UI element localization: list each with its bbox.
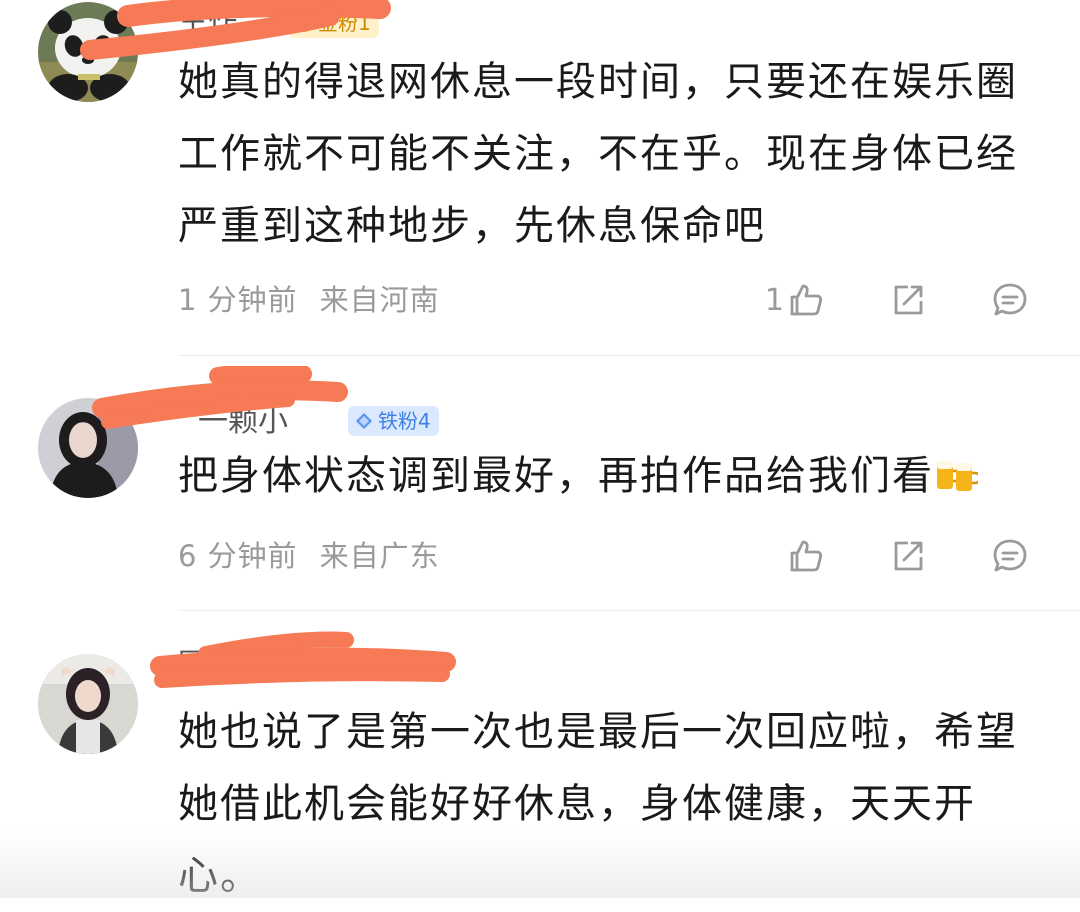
- panda-avatar-image: [38, 2, 138, 102]
- username[interactable]: 一颗小: [198, 402, 288, 442]
- comment-text: 把身体状态调到最好，再拍作品给我们看: [178, 440, 1038, 512]
- girl-avatar-image: [38, 398, 138, 498]
- user-avatar[interactable]: [38, 654, 138, 754]
- comment-time: 1 分钟前: [178, 283, 298, 317]
- share-icon: [894, 285, 923, 315]
- user-avatar[interactable]: [38, 398, 138, 498]
- comment-item: 圆火的马尾辫 她也说了是第一次也是最后一次回应啦，希望她借此机会能好好休息，身体…: [0, 631, 1080, 899]
- comment-actions: [786, 534, 1030, 578]
- username[interactable]: 王作: [178, 4, 238, 44]
- divider: [178, 610, 1080, 611]
- comment-icon: [993, 283, 1027, 316]
- comment-location: 来自广东: [319, 539, 440, 573]
- girl-avatar-2-image: [38, 654, 138, 754]
- comment-text-content: 把身体状态调到最好，再拍作品给我们看: [178, 453, 934, 499]
- reply-button[interactable]: [990, 280, 1030, 320]
- username[interactable]: 圆火的马尾辫: [178, 646, 358, 686]
- beer-mugs-emoji: [937, 461, 978, 491]
- crown-icon: [295, 14, 313, 32]
- comment-meta: 1 分钟前 来自河南: [178, 280, 440, 320]
- comment-time: 6 分钟前: [178, 539, 298, 573]
- username-row: 一颗小 铁粉4: [178, 402, 448, 442]
- like-button[interactable]: 1: [765, 280, 826, 320]
- comment-meta: 6 分钟前 来自广东: [178, 536, 440, 576]
- fan-badge: 铁粉4: [348, 406, 439, 436]
- comment-item: 一颗小 铁粉4 把身体状态调到最好，再拍作品给我们看 6 分钟前 来自广东: [0, 366, 1080, 611]
- thumbs-up-icon: [790, 540, 823, 572]
- thumbs-up-icon: [790, 284, 823, 316]
- fan-badge: 金粉1: [288, 8, 379, 38]
- diamond-icon: [356, 413, 372, 429]
- share-button[interactable]: [888, 280, 928, 320]
- badge-label: 金粉1: [318, 11, 371, 35]
- comment-item: 王作 金粉1 她真的得退网休息一段时间，只要还在娱乐圈工作就不可能不关注，不在乎…: [0, 0, 1080, 356]
- share-icon: [894, 541, 923, 571]
- badge-label: 铁粉4: [378, 409, 431, 433]
- comment-icon: [993, 539, 1027, 572]
- username-row: 圆火的马尾辫: [178, 646, 478, 686]
- username-row: 王作 金粉1: [178, 4, 398, 44]
- share-button[interactable]: [888, 536, 928, 576]
- comment-location: 来自河南: [319, 283, 440, 317]
- like-button[interactable]: [786, 536, 826, 576]
- user-avatar[interactable]: [38, 2, 138, 102]
- comment-actions: 1: [765, 278, 1030, 322]
- comment-text: 她也说了是第一次也是最后一次回应啦，希望她借此机会能好好休息，身体健康，天天开心…: [178, 709, 1018, 899]
- reply-button[interactable]: [990, 536, 1030, 576]
- like-count: 1: [764, 282, 784, 318]
- comment-text: 她真的得退网休息一段时间，只要还在娱乐圈工作就不可能不关注，不在乎。现在身体已经…: [178, 59, 1018, 249]
- divider: [178, 355, 1080, 356]
